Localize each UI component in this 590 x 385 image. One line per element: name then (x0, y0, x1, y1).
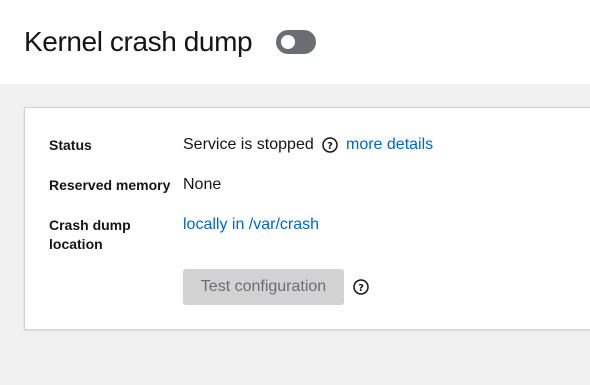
test-configuration-button[interactable]: Test configuration (183, 269, 344, 305)
toggle-knob (281, 35, 295, 49)
crash-dump-location-label-line2: location (49, 236, 103, 252)
reserved-memory-label: Reserved memory (49, 177, 171, 193)
page-title: Kernel crash dump (24, 26, 253, 57)
svg-text:?: ? (327, 141, 333, 152)
crash-dump-location-link[interactable]: locally in /var/crash (183, 214, 319, 236)
page-header: Kernel crash dump (0, 0, 590, 84)
crash-dump-location-label-line1: Crash dump (49, 217, 131, 233)
kdump-toggle-switch[interactable] (276, 30, 316, 54)
status-value: Service is stopped (183, 136, 314, 153)
status-label: Status (49, 137, 92, 153)
reserved-memory-value: None (183, 176, 222, 193)
help-icon[interactable]: ? (322, 137, 338, 153)
more-details-link[interactable]: more details (346, 134, 433, 156)
svg-text:?: ? (358, 283, 364, 294)
kdump-settings-card: Status Service is stopped ? more details… (24, 107, 590, 330)
help-icon[interactable]: ? (353, 279, 369, 295)
